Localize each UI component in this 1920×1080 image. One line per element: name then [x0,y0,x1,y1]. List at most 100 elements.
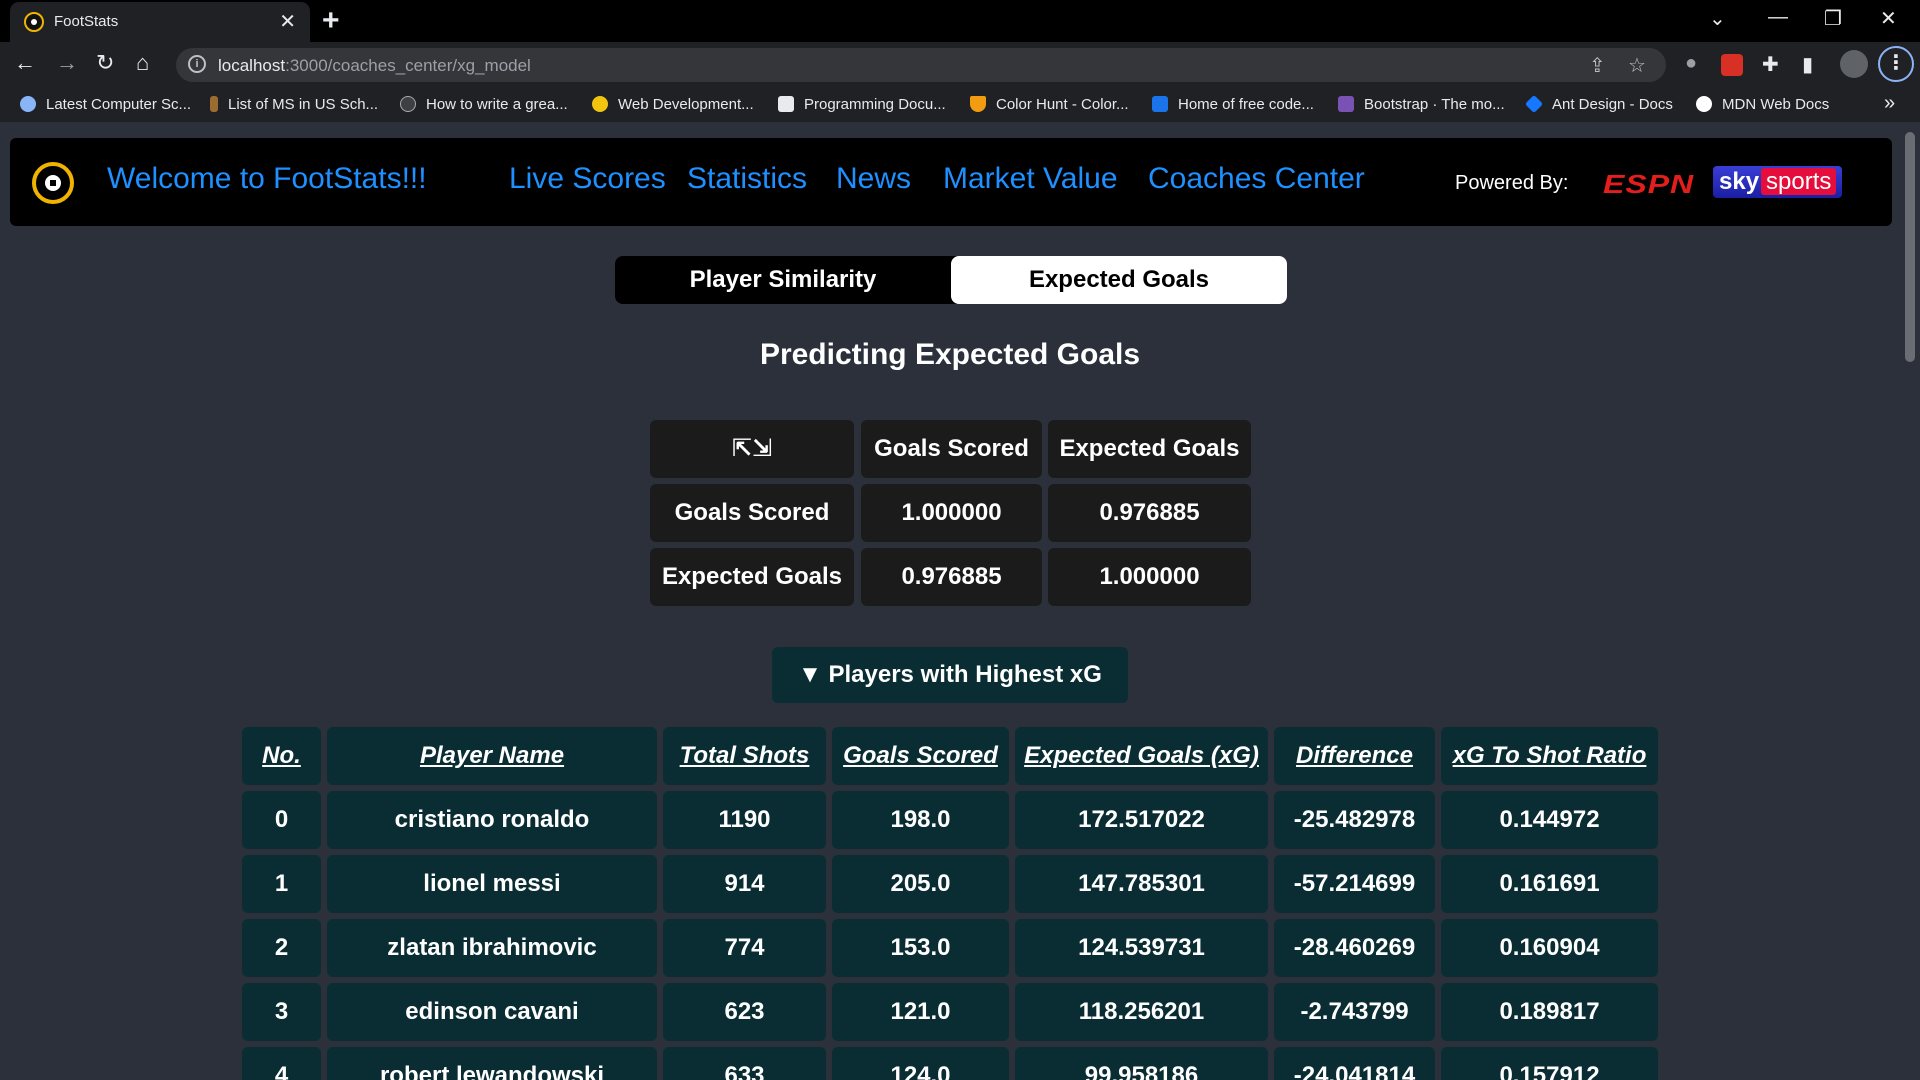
bookmark-item[interactable]: List of MS in US Sch... [210,96,378,113]
bootstrap-icon [1338,96,1354,112]
scrollbar-thumb[interactable] [1905,132,1915,362]
reload-icon[interactable]: ↻ [96,50,114,76]
table-cell: 198.0 [832,791,1009,849]
header-goals-scored[interactable]: Goals Scored [832,727,1009,785]
header-player-name[interactable]: Player Name [327,727,657,785]
tab-expected-goals[interactable]: Expected Goals [951,256,1287,304]
bookmark-item[interactable]: Ant Design - Docs [1524,94,1673,114]
corr-header: Expected Goals [1048,420,1251,478]
header-expected-goals[interactable]: Expected Goals (xG) [1015,727,1268,785]
bookmark-item[interactable]: Bootstrap · The mo... [1338,96,1505,113]
bookmarks-bar: Latest Computer Sc... List of MS in US S… [0,88,1920,122]
nav-news[interactable]: News [836,162,911,196]
nav-live-scores[interactable]: Live Scores [509,162,666,196]
table-cell: 0 [242,791,321,849]
site-info-icon[interactable]: i [188,55,206,73]
corr-row-label: Expected Goals [650,548,854,606]
nav-statistics[interactable]: Statistics [687,162,807,196]
window-close-icon[interactable]: ✕ [1880,6,1897,31]
bookmark-label: Web Development... [618,96,754,113]
restore-icon[interactable]: ❐ [1824,6,1842,31]
address-bar[interactable]: i localhost:3000/coaches_center/xg_model… [176,48,1666,82]
close-tab-icon[interactable]: ✕ [279,9,296,34]
tab-player-similarity[interactable]: Player Similarity [615,256,951,304]
bookmark-item[interactable]: Latest Computer Sc... [20,96,191,113]
powered-by-label: Powered By: [1455,172,1569,194]
url-host: localhost [218,56,286,75]
forward-icon[interactable]: → [56,50,78,76]
table-cell: -24.041814 [1274,1047,1435,1080]
new-tab-icon[interactable]: + [322,4,340,38]
bookmark-item[interactable]: Home of free code... [1152,96,1314,113]
share-icon[interactable]: ⇪ [1589,53,1606,78]
site-navbar: Welcome to FootStats!!! Live Scores Stat… [10,138,1892,226]
header-total-shots[interactable]: Total Shots [663,727,826,785]
table-cell: 153.0 [832,919,1009,977]
bookmark-label: Programming Docu... [804,96,946,113]
model-toggle: Player Similarity Expected Goals [615,256,1287,304]
footstats-logo-icon[interactable] [32,162,74,204]
browser-tab[interactable]: FootStats ✕ [10,2,310,42]
more-bookmarks-icon[interactable]: » [1884,92,1895,115]
extension-icon[interactable]: ● [1685,52,1697,75]
home-icon[interactable]: ⌂ [136,50,149,76]
table-cell: cristiano ronaldo [327,791,657,849]
profile-avatar[interactable] [1840,50,1868,78]
corr-cell: 0.976885 [861,548,1042,606]
sports-logo-text: sports [1761,168,1837,195]
bookmark-label: Ant Design - Docs [1552,96,1673,113]
browser-menu-icon[interactable]: ⋮ [1878,46,1914,82]
table-cell: 124.539731 [1015,919,1268,977]
bookmark-star-icon[interactable]: ☆ [1628,53,1646,78]
bookmark-item[interactable]: MDN Web Docs [1696,96,1829,113]
url-path: :3000/coaches_center/xg_model [285,56,531,75]
bookmark-item[interactable]: Color Hunt - Color... [970,96,1129,113]
nav-coaches-center[interactable]: Coaches Center [1148,162,1365,196]
site-brand[interactable]: Welcome to FootStats!!! [107,162,427,196]
page-scrollbar[interactable] [1900,122,1920,1080]
espn-logo: ESPN [1603,169,1695,199]
tab-search-chevron-icon[interactable]: ⌄ [1709,6,1726,31]
header-no[interactable]: No. [242,727,321,785]
table-cell: lionel messi [327,855,657,913]
table-cell: 205.0 [832,855,1009,913]
bookmark-label: Home of free code... [1178,96,1314,113]
bookmark-favicon-icon [210,96,218,112]
back-icon[interactable]: ← [14,50,36,76]
table-cell: zlatan ibrahimovic [327,919,657,977]
table-cell: 0.161691 [1441,855,1658,913]
browser-tabstrip: FootStats ✕ + ⌄ — ❐ ✕ [0,0,1920,42]
corr-cell: 0.976885 [1048,484,1251,542]
table-cell: 914 [663,855,826,913]
bookmark-label: How to write a grea... [426,96,568,113]
bookmark-label: Bootstrap · The mo... [1364,96,1505,113]
bookmark-label: MDN Web Docs [1722,96,1830,113]
table-cell: 2 [242,919,321,977]
minimize-icon[interactable]: — [1768,6,1788,29]
header-difference[interactable]: Difference [1274,727,1435,785]
table-cell: 3 [242,983,321,1041]
bookmark-favicon-icon [1152,96,1168,112]
page-content: Welcome to FootStats!!! Live Scores Stat… [0,122,1900,1080]
table-cell: 1 [242,855,321,913]
extensions-puzzle-icon[interactable]: ✚ [1762,52,1779,77]
bookmark-favicon-icon [778,96,794,112]
table-cell: 633 [663,1047,826,1080]
table-cell: edinson cavani [327,983,657,1041]
red-extension-icon[interactable] [1721,54,1743,76]
nav-market-value[interactable]: Market Value [943,162,1118,196]
bookmark-item[interactable]: How to write a grea... [400,96,568,113]
table-cell: 0.144972 [1441,791,1658,849]
bookmark-favicon-icon [400,96,416,112]
side-panel-icon[interactable]: ▮ [1802,52,1813,77]
table-cell: -2.743799 [1274,983,1435,1041]
table-cell: -28.460269 [1274,919,1435,977]
bookmark-favicon-icon [970,96,986,112]
bookmark-item[interactable]: Programming Docu... [778,96,946,113]
bookmark-label: List of MS in US Sch... [228,96,379,113]
header-xg-shot-ratio[interactable]: xG To Shot Ratio [1441,727,1658,785]
highest-xg-toggle[interactable]: ▼ Players with Highest xG [772,647,1128,703]
bookmark-item[interactable]: Web Development... [592,96,754,113]
lightbulb-icon [20,96,36,112]
table-cell: 1190 [663,791,826,849]
